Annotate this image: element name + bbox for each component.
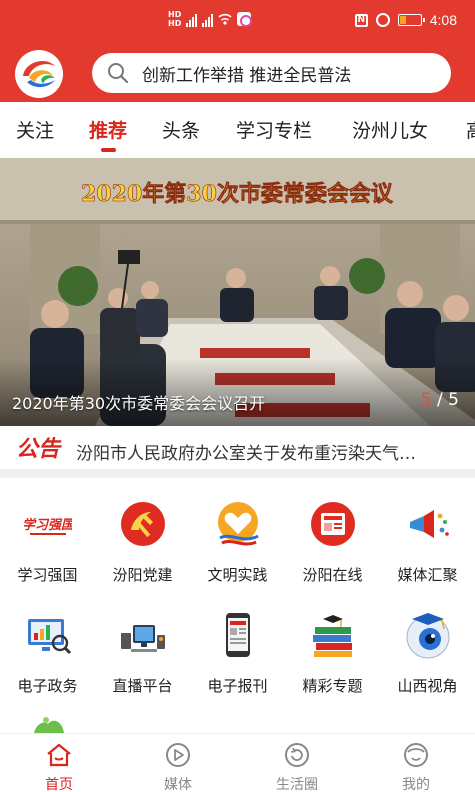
- gov-monitor-icon: [28, 619, 72, 655]
- tab-tuijian[interactable]: 推荐: [89, 116, 127, 143]
- grid-label: 山西视角: [397, 677, 458, 695]
- banner-pager: 5 / 5: [420, 390, 459, 410]
- nav-label: 生活圈: [276, 777, 318, 792]
- svg-text:学习强国: 学习强国: [24, 517, 72, 533]
- megaphone-icon: [410, 510, 449, 538]
- banner-photo: 2020年第30次市委常委会会议: [0, 158, 475, 426]
- search-hint: 创新工作举措 推进全民普法: [142, 65, 352, 86]
- grid-item-topics[interactable]: 精彩专题: [285, 611, 380, 711]
- nav-label: 首页: [45, 777, 73, 792]
- play-circle-icon: [166, 743, 190, 767]
- alarm-icon: [375, 13, 390, 27]
- tab-fenzhou-children[interactable]: 汾州儿女: [352, 116, 428, 143]
- nfc-icon: N: [354, 13, 368, 27]
- grid-label: 精彩专题: [302, 677, 363, 695]
- grid-item-live[interactable]: 直播平台: [95, 611, 190, 711]
- app-notification-icon: [237, 12, 253, 27]
- grid-label: 汾阳在线: [302, 566, 363, 584]
- hd-indicator: HD HD: [168, 10, 182, 28]
- party-emblem-icon: [121, 502, 165, 546]
- banner-headline: 2020年第30次市委常委会会议: [81, 181, 394, 207]
- grid-label: 电子报刊: [207, 677, 268, 695]
- search-bar[interactable]: 创新工作举措 推进全民普法: [92, 53, 451, 93]
- status-bar: HD HD N 4:08: [0, 0, 475, 42]
- bottom-navigation: 首页 媒体 生活圈 我的: [0, 733, 475, 792]
- xuexi-qiangguo-icon: 学习强国: [24, 517, 72, 535]
- heart-civilization-icon: [218, 502, 259, 546]
- tab-partial[interactable]: 高: [466, 116, 475, 143]
- tab-toutiao[interactable]: 头条: [162, 116, 200, 143]
- nav-life-circle[interactable]: 生活圈: [238, 734, 356, 792]
- nav-mine[interactable]: 我的: [357, 734, 475, 792]
- section-divider: [0, 469, 475, 478]
- banner-caption[interactable]: 2020年第30次市委常委会会议召开: [12, 390, 265, 414]
- tab-guanzhu[interactable]: 关注: [16, 116, 54, 143]
- grid-item-civilization[interactable]: 文明实践: [190, 500, 285, 600]
- grid-item-media[interactable]: 媒体汇聚: [380, 500, 475, 600]
- grid-item-xuexi[interactable]: 学习强国 学习强国: [0, 500, 95, 600]
- grid-label: 媒体汇聚: [397, 566, 458, 584]
- grid-label: 电子政务: [17, 677, 78, 695]
- news-online-icon: [311, 502, 355, 546]
- grid-item-shanxi[interactable]: 山西视角: [380, 611, 475, 711]
- signal-icon: [186, 11, 198, 27]
- search-icon: [108, 63, 129, 84]
- books-icon: [313, 615, 352, 657]
- grid-item-online[interactable]: 汾阳在线: [285, 500, 380, 600]
- grid-item-party[interactable]: 汾阳党建: [95, 500, 190, 600]
- signal-icon: [202, 11, 214, 27]
- live-stream-icon: [121, 625, 165, 652]
- tab-study-column[interactable]: 学习专栏: [236, 116, 312, 143]
- nav-label: 我的: [402, 777, 430, 792]
- profile-face-icon: [404, 743, 428, 767]
- active-tab-indicator: [101, 148, 116, 152]
- plant-icon: [34, 717, 64, 733]
- phone-newspaper-icon: [226, 613, 250, 657]
- grid-item-epaper[interactable]: 电子报刊: [190, 611, 285, 711]
- eye-icon: [406, 613, 450, 659]
- grid-label: 汾阳党建: [112, 566, 173, 584]
- grid-label: 直播平台: [112, 677, 173, 695]
- nav-label: 媒体: [164, 777, 192, 792]
- banner-carousel[interactable]: 2020年第30次市委常委会会议: [0, 158, 475, 426]
- status-time: 4:08: [429, 12, 457, 28]
- wifi-icon: [218, 13, 232, 25]
- grid-item-egov[interactable]: 电子政务: [0, 611, 95, 711]
- grid-label: 文明实践: [207, 566, 268, 584]
- refresh-circle-icon: [285, 743, 309, 767]
- notice-text[interactable]: 汾阳市人民政府办公室关于发布重污染天气…: [76, 439, 456, 464]
- grid-label: 学习强国: [17, 566, 78, 584]
- app-logo[interactable]: [15, 50, 63, 98]
- nav-media[interactable]: 媒体: [119, 734, 237, 792]
- home-icon: [47, 743, 71, 767]
- nav-home[interactable]: 首页: [0, 734, 118, 792]
- app-logo-icon: [17, 52, 61, 96]
- notice-tag: 公告: [16, 436, 61, 462]
- battery-icon: [397, 14, 425, 26]
